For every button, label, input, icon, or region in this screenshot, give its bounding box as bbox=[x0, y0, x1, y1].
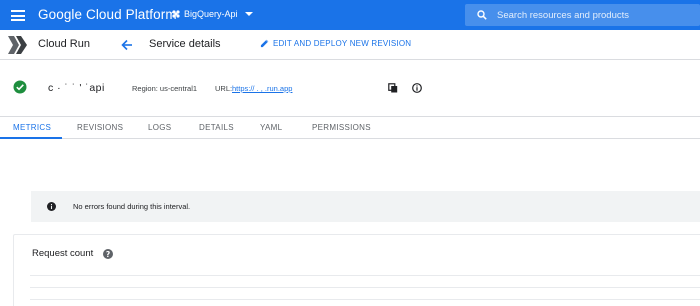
search-box[interactable] bbox=[465, 4, 700, 26]
project-icon bbox=[172, 10, 180, 18]
page-header: Cloud Run Service details EDIT AND DEPLO… bbox=[0, 30, 700, 60]
chart-gridline bbox=[30, 275, 700, 276]
tab-bar: METRICS REVISIONS LOGS DETAILS YAML PERM… bbox=[0, 116, 700, 139]
chart-gridline bbox=[30, 299, 700, 300]
service-region: Region: us-central1 bbox=[132, 84, 198, 93]
edit-deploy-label: EDIT AND DEPLOY NEW REVISION bbox=[273, 39, 412, 48]
help-icon[interactable]: ? bbox=[103, 249, 113, 259]
search-icon bbox=[477, 10, 487, 20]
search-input[interactable] bbox=[497, 9, 687, 21]
service-url-link[interactable]: https:// . , .run.app bbox=[232, 84, 382, 93]
no-errors-banner: No errors found during this interval. bbox=[31, 191, 700, 222]
pencil-icon bbox=[260, 39, 269, 48]
tab-revisions[interactable]: REVISIONS bbox=[77, 123, 123, 132]
brand-title[interactable]: Google Cloud Platform bbox=[38, 7, 177, 22]
cloud-run-logo-icon bbox=[8, 36, 27, 54]
request-count-card: Request count ? bbox=[13, 234, 700, 306]
menu-icon[interactable] bbox=[11, 10, 25, 21]
active-tab-indicator bbox=[0, 137, 62, 139]
tab-logs[interactable]: LOGS bbox=[148, 123, 171, 132]
info-icon[interactable] bbox=[412, 83, 422, 93]
project-selector[interactable]: BigQuery-Api bbox=[171, 9, 253, 19]
top-app-bar: Google Cloud Platform BigQuery-Api bbox=[0, 0, 700, 30]
url-label: URL: bbox=[215, 84, 233, 93]
tab-details[interactable]: DETAILS bbox=[199, 123, 234, 132]
project-name: BigQuery-Api bbox=[184, 9, 238, 19]
edit-deploy-button[interactable]: EDIT AND DEPLOY NEW REVISION bbox=[260, 39, 411, 48]
copy-icon[interactable] bbox=[388, 83, 398, 93]
service-name: c · ˙ ˙ ' ˙api bbox=[48, 82, 105, 94]
chart-gridline bbox=[30, 287, 700, 288]
page-title: Service details bbox=[149, 38, 221, 50]
tab-yaml[interactable]: YAML bbox=[260, 123, 282, 132]
svg-text:?: ? bbox=[106, 250, 110, 259]
check-circle-icon bbox=[13, 80, 27, 94]
tab-metrics[interactable]: METRICS bbox=[13, 123, 51, 132]
chevron-down-icon bbox=[244, 12, 253, 16]
tab-permissions[interactable]: PERMISSIONS bbox=[312, 123, 371, 132]
back-arrow-icon[interactable] bbox=[121, 39, 133, 51]
service-info: c · ˙ ˙ ' ˙api Region: us-central1 URL: … bbox=[0, 70, 700, 106]
product-name[interactable]: Cloud Run bbox=[38, 38, 90, 50]
card-title: Request count bbox=[32, 248, 94, 259]
banner-message: No errors found during this interval. bbox=[73, 202, 191, 211]
info-icon bbox=[47, 202, 56, 211]
